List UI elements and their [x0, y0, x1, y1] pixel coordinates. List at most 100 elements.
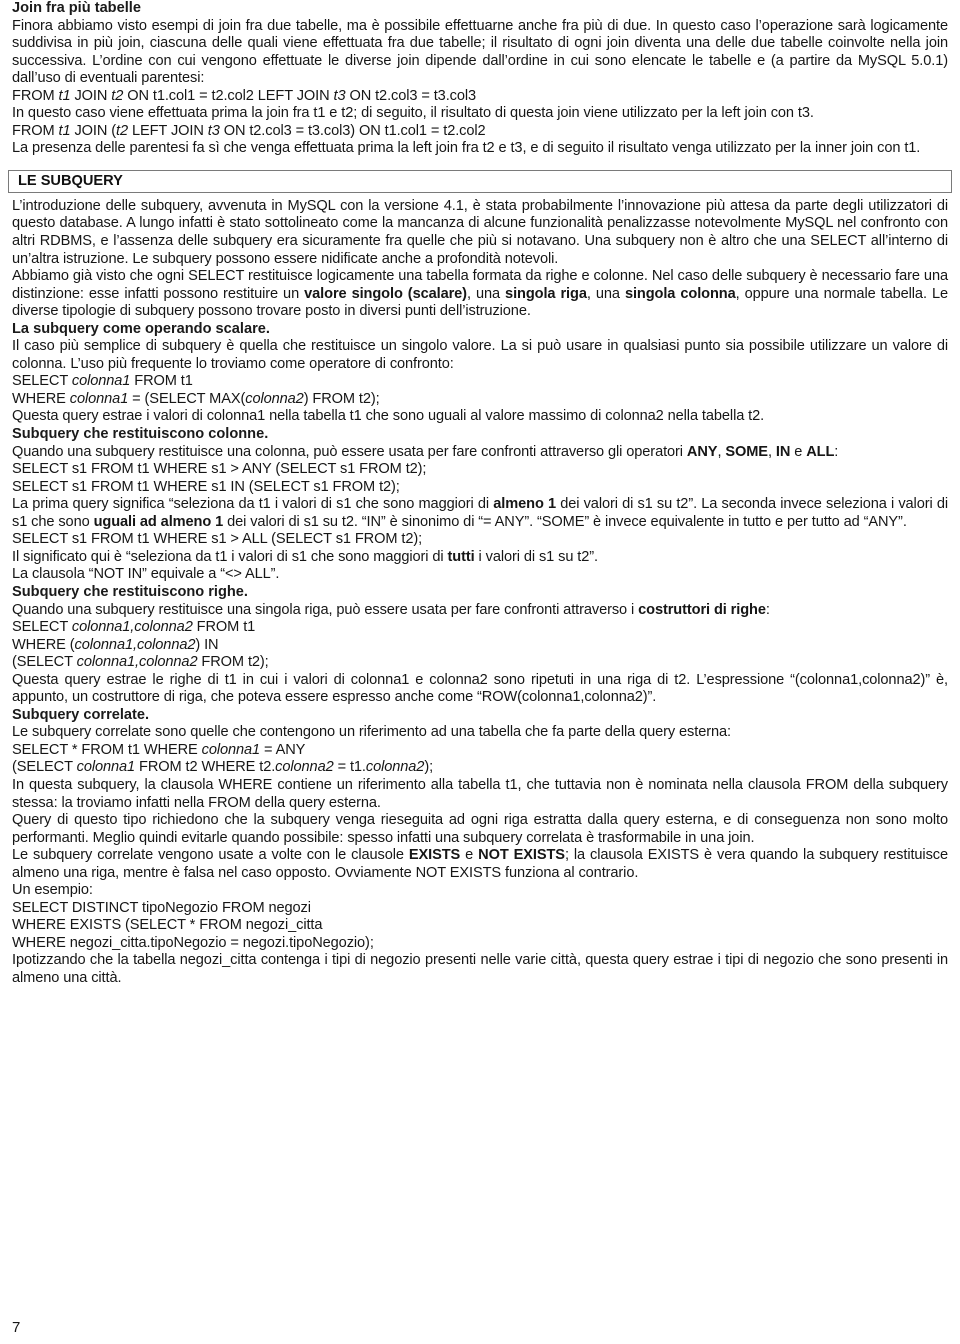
code-italic-t2: t2	[111, 87, 124, 104]
paragraph-not-in: La clausola “NOT IN” equivale a “<> ALL”…	[12, 566, 280, 583]
section-heading-join: Join fra più tabelle	[12, 0, 141, 16]
paragraph-example-label: Un esempio:	[12, 882, 93, 899]
code-line-subselect-colonne: (SELECT colonna1,colonna2 FROM t2);	[12, 654, 948, 672]
code-line-where-exists: WHERE EXISTS (SELECT * FROM negozi_citta	[12, 917, 323, 934]
code-italic-colonna1: colonna1	[76, 759, 136, 776]
code-italic-t3: t3	[207, 122, 220, 139]
code-line-select-all: SELECT s1 FROM t1 WHERE s1 > ALL (SELECT…	[12, 531, 423, 548]
code-text: LEFT JOIN	[128, 122, 208, 139]
bold-singola-riga: singola riga	[505, 285, 587, 302]
code-italic-colonna1: colonna1	[71, 373, 131, 390]
code-text: SELECT	[12, 619, 72, 636]
bold-uguali-ad-almeno-1: uguali ad almeno 1	[93, 513, 224, 530]
code-italic-t1: t1	[58, 87, 71, 104]
text-fragment: e	[460, 847, 479, 864]
code-italic-t1: t1	[58, 122, 71, 139]
subheading-restituiscono-colonne: Subquery che restituiscono colonne.	[12, 426, 269, 443]
page-number: 7	[12, 1319, 21, 1336]
code-line-select-colonna1: SELECT colonna1 FROM t1	[12, 373, 948, 391]
code-text: ON t2.col3 = t3.col3) ON t1.col1 = t2.co…	[219, 122, 486, 139]
code-line-select-any: SELECT s1 FROM t1 WHERE s1 > ANY (SELECT…	[12, 461, 427, 478]
text-fragment: i valori di s1 su t2”.	[474, 548, 599, 565]
code-text: FROM t1	[192, 619, 256, 636]
code-italic-colonna1: colonna1	[69, 390, 129, 407]
text-fragment: Quando una subquery restituisce una sing…	[12, 601, 639, 618]
code-text: FROM t1	[130, 373, 193, 390]
code-line-select-colonne: SELECT colonna1,colonna2 FROM t1	[12, 619, 948, 637]
code-line-where-row-in: WHERE (colonna1,colonna2) IN	[12, 637, 948, 655]
bold-any: ANY	[686, 443, 718, 460]
text-fragment: Quando una subquery restituisce una colo…	[12, 443, 687, 460]
code-text: FROM	[12, 122, 59, 139]
code-text: (SELECT	[12, 759, 77, 776]
code-text: ON t1.col1 = t2.col2 LEFT JOIN	[123, 87, 334, 104]
text-fragment: dei valori di s1 su t2. “IN” è sinonimo …	[223, 513, 907, 530]
paragraph-all-explain: Il significato qui è “seleziona da t1 i …	[12, 549, 948, 567]
code-text: JOIN (	[70, 122, 117, 139]
section-title-subquery: LE SUBQUERY	[18, 172, 123, 189]
subheading-subquery-correlate: Subquery correlate.	[12, 706, 150, 723]
code-text: ) FROM t2);	[303, 390, 380, 407]
document-page: Join fra più tabelle Finora abbiamo vist…	[0, 0, 960, 1344]
code-text: = t1.	[333, 759, 366, 776]
code-text: ON t2.col3 = t3.col3	[345, 87, 477, 104]
paragraph-example-explain: Ipotizzando che la tabella negozi_citta …	[12, 952, 948, 986]
bold-not-exists: NOT EXISTS	[478, 847, 565, 864]
paragraph-correlate-intro: Le subquery correlate sono quelle che co…	[12, 724, 731, 741]
code-text: SELECT	[12, 373, 72, 390]
bold-exists: EXISTS	[408, 847, 461, 864]
code-italic-colonne: colonna1,colonna2	[71, 619, 193, 636]
bold-all: ALL	[806, 443, 835, 460]
code-text: = ANY	[260, 741, 306, 758]
bold-tutti: tutti	[447, 548, 475, 565]
subheading-restituiscono-righe: Subquery che restituiscono righe.	[12, 583, 248, 600]
paragraph-subquery-types: Abbiamo già visto che ogni SELECT restit…	[12, 268, 948, 321]
paragraph-join-explain-2: La presenza delle parentesi fa sì che ve…	[12, 140, 921, 157]
section-title-box-subquery: LE SUBQUERY	[8, 169, 952, 193]
bold-in: IN	[775, 443, 791, 460]
code-italic-colonne: colonna1,colonna2	[76, 654, 198, 671]
code-line-from-join-2: FROM t1 JOIN (t2 LEFT JOIN t3 ON t2.col3…	[12, 123, 948, 141]
bold-costruttori-di-righe: costruttori di righe	[638, 601, 766, 618]
code-italic-t2: t2	[116, 122, 129, 139]
text-fragment: Il significato qui è “seleziona da t1 i …	[12, 548, 448, 565]
code-text: WHERE (	[12, 636, 75, 653]
text-fragment: , una	[586, 285, 625, 302]
code-text: ) IN	[195, 636, 219, 653]
code-italic-colonna1: colonna1	[201, 741, 261, 758]
text-fragment: Le subquery correlate vengono usate a vo…	[12, 847, 409, 864]
paragraph-subquery-intro: L’introduzione delle subquery, avvenuta …	[12, 197, 948, 267]
bold-valore-singolo: valore singolo (scalare)	[304, 285, 467, 302]
bold-singola-colonna: singola colonna	[624, 285, 736, 302]
paragraph-scalar-explain: Il caso più semplice di subquery è quell…	[12, 338, 948, 372]
code-line-where-max: WHERE colonna1 = (SELECT MAX(colonna2) F…	[12, 391, 948, 409]
paragraph-join-explain-1: In questo caso viene effettuata prima la…	[12, 105, 814, 122]
code-text: WHERE	[12, 390, 70, 407]
code-line-select-star-any: SELECT * FROM t1 WHERE colonna1 = ANY	[12, 742, 948, 760]
subheading-operando-scalare: La subquery come operando scalare.	[12, 320, 270, 337]
text-fragment: e	[790, 443, 807, 460]
text-fragment: :	[834, 443, 839, 460]
text-fragment: ,	[767, 443, 776, 460]
paragraph-any-explain: La prima query significa “seleziona da t…	[12, 496, 948, 531]
code-italic-colonne: colonna1,colonna2	[74, 636, 196, 653]
code-italic-colonna2: colonna2	[275, 759, 334, 776]
code-text: );	[424, 759, 434, 776]
paragraph-join-intro: Finora abbiamo visto esempi di join fra …	[12, 17, 948, 87]
code-text: FROM	[12, 87, 59, 104]
paragraph-row-constructors: Quando una subquery restituisce una sing…	[12, 602, 948, 620]
paragraph-column-operators: Quando una subquery restituisce una colo…	[12, 444, 948, 462]
code-text: JOIN	[70, 87, 112, 104]
paragraph-row-explain: Questa query estrae le righe di t1 in cu…	[12, 671, 948, 706]
text-fragment: La prima query significa “seleziona da t…	[12, 496, 494, 513]
code-line-where-negozi: WHERE negozi_citta.tipoNegozio = negozi.…	[12, 934, 374, 951]
code-text: = (SELECT MAX(	[128, 390, 246, 407]
paragraph-scalar-result: Questa query estrae i valori di colonna1…	[12, 408, 765, 425]
code-text: FROM t2 WHERE t2.	[135, 759, 276, 776]
code-italic-colonna2: colonna2	[245, 390, 304, 407]
text-fragment: :	[765, 601, 770, 618]
code-text: SELECT * FROM t1 WHERE	[12, 741, 202, 758]
code-italic-colonna2: colonna2	[365, 759, 425, 776]
paragraph-correlated-explain: In questa subquery, la clausola WHERE co…	[12, 776, 948, 811]
